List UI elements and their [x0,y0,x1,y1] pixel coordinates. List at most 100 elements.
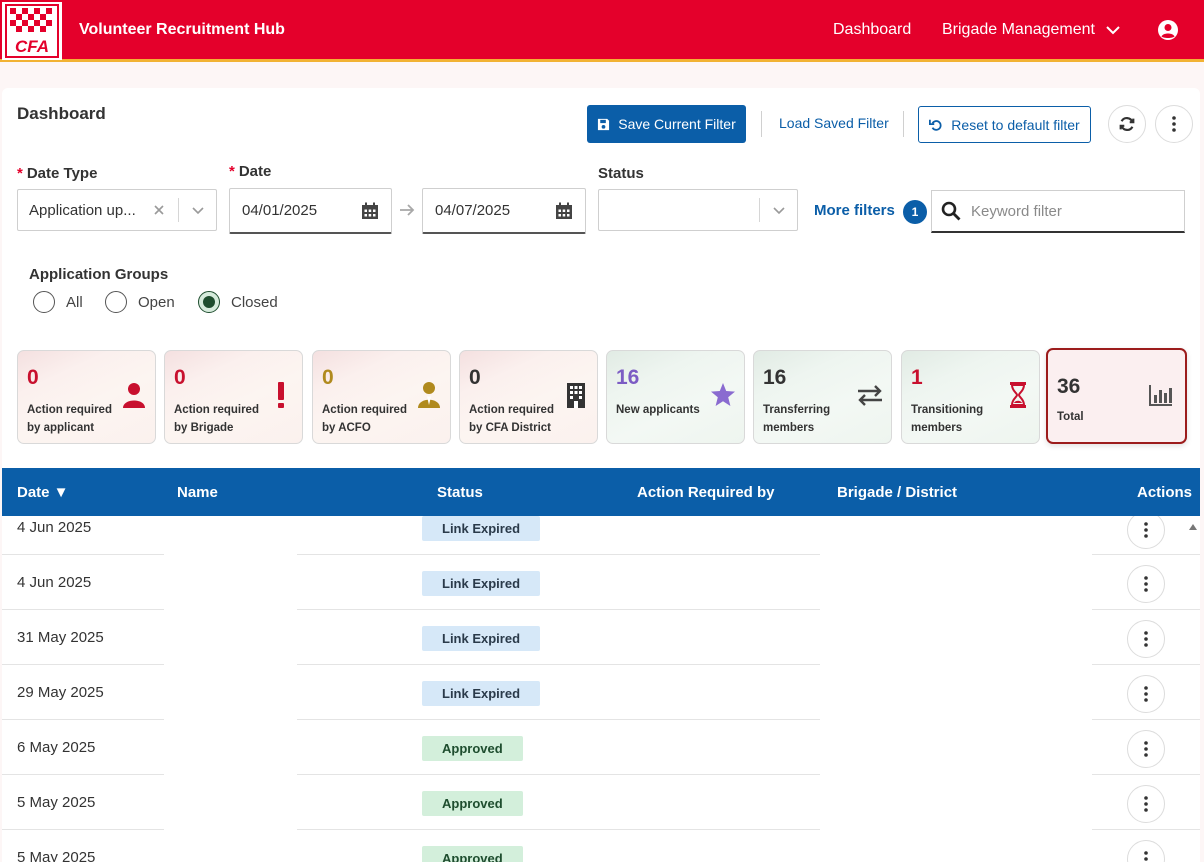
tile-action-applicant[interactable]: 0 Action required by applicant [17,350,156,444]
table-row[interactable]: 4 Jun 2025 Link Expired [2,516,1200,555]
row-actions-button[interactable] [1127,730,1165,768]
required-mark: * [17,165,23,182]
reset-default-filter-button[interactable]: Reset to default filter [918,106,1091,143]
star-icon [711,383,735,406]
col-status[interactable]: Status [437,484,483,501]
kebab-icon [1144,631,1148,647]
tile-transferring-members[interactable]: 16 Transferring members [753,350,892,444]
tile-action-brigade[interactable]: 0 Action required by Brigade [164,350,303,444]
date-from-value: 04/01/2025 [242,202,318,219]
date-type-label: * Date Type [17,165,97,182]
status-badge: Link Expired [422,681,541,706]
tile-value: 0 [174,366,186,389]
tile-label: Action required by applicant [27,404,112,434]
radio-circle [105,291,127,313]
logo-text: CFA [15,37,49,56]
date-to-value: 04/07/2025 [435,202,511,219]
chevron-down-icon[interactable] [191,203,205,217]
tile-action-district[interactable]: 0 Action required by CFA District [459,350,598,444]
keyword-filter-field[interactable] [931,190,1185,233]
radio-open[interactable]: Open [105,291,175,313]
clear-icon[interactable] [152,203,166,217]
col-action-required-by[interactable]: Action Required by [637,484,775,501]
date-to-field[interactable]: 04/07/2025 [422,188,586,234]
row-date: 29 May 2025 [17,684,104,701]
radio-closed[interactable]: Closed [198,291,278,313]
save-current-filter-label: Save Current Filter [618,116,736,132]
cfa-logo[interactable]: CFA [2,2,62,60]
calendar-icon[interactable] [361,202,379,220]
col-actions: Actions [1137,484,1193,501]
table-row[interactable]: 29 May 2025 Link Expired [2,665,1200,720]
table-row[interactable]: 5 May 2025 Approved [2,775,1200,830]
col-name[interactable]: Name [177,484,218,501]
radio-circle [33,291,55,313]
tile-label: Transferring members [763,404,831,434]
radio-all-label: All [66,293,83,311]
date-type-label-text: Date Type [26,165,98,182]
date-label: * Date [229,163,271,180]
tile-value: 0 [27,366,39,389]
tile-value: 1 [911,366,923,389]
radio-open-label: Open [138,293,175,311]
tile-transitioning-members[interactable]: 1 Transitioning members [901,350,1040,444]
row-actions-button[interactable] [1127,675,1165,713]
status-select[interactable] [598,189,798,231]
scroll-up-arrow-icon[interactable] [1188,522,1198,532]
tile-value: 36 [1057,375,1081,398]
row-actions-button[interactable] [1127,516,1165,549]
chevron-down-icon[interactable] [772,203,786,217]
arrow-right-icon [400,204,415,216]
row-actions-button[interactable] [1127,840,1165,862]
tile-action-acfo[interactable]: 0 Action required by ACFO [312,350,451,444]
toolbar-divider [903,111,904,137]
select-divider [759,198,760,222]
chevron-down-icon [1106,26,1120,35]
row-date: 4 Jun 2025 [17,574,92,591]
reset-default-filter-label: Reset to default filter [951,116,1080,133]
row-date: 6 May 2025 [17,739,96,756]
kebab-icon [1144,686,1148,702]
nav-brigade-management[interactable]: Brigade Management [942,21,1121,39]
date-type-value: Application up... [29,201,136,219]
status-badge: Link Expired [422,571,541,596]
radio-circle [198,291,220,313]
row-actions-button[interactable] [1127,620,1165,658]
kebab-icon [1144,851,1148,861]
kebab-icon [1144,522,1148,538]
row-date: 4 Jun 2025 [17,519,92,536]
calendar-icon[interactable] [555,202,573,220]
keyword-filter-input[interactable] [971,202,1171,220]
tile-new-applicants[interactable]: 16 New applicants [606,350,745,444]
col-date[interactable]: Date ▼ [17,484,69,501]
hourglass-icon [1010,382,1026,408]
table-row[interactable]: 31 May 2025 Link Expired [2,610,1200,665]
user-circle-icon[interactable] [1157,19,1179,41]
save-current-filter-button[interactable]: Save Current Filter [587,105,746,143]
table-row[interactable]: 6 May 2025 Approved [2,720,1200,775]
row-actions-button[interactable] [1127,785,1165,823]
tile-value: 16 [616,366,640,389]
more-filters-link[interactable]: More filters [814,202,895,219]
search-icon [941,201,961,221]
date-from-field[interactable]: 04/01/2025 [229,188,392,234]
tile-label: Action required by ACFO [322,404,407,434]
refresh-button[interactable] [1108,105,1146,143]
date-type-select[interactable]: Application up... [17,189,217,231]
undo-icon [929,119,942,131]
more-options-button[interactable] [1155,105,1193,143]
tile-value: 16 [763,366,787,389]
tile-total[interactable]: 36 Total [1046,348,1187,444]
application-groups-label: Application Groups [29,266,169,283]
app-title: Volunteer Recruitment Hub [79,21,285,38]
bar-chart-icon [1149,385,1172,406]
table-row[interactable]: 4 Jun 2025 Link Expired [2,555,1200,610]
col-brigade-district[interactable]: Brigade / District [837,484,957,501]
nav-dashboard[interactable]: Dashboard [833,21,911,39]
radio-all[interactable]: All [33,291,83,313]
status-badge: Approved [422,736,523,761]
table-row[interactable]: 5 May 2025 Approved [2,830,1200,862]
required-mark: * [229,163,235,180]
load-saved-filter-button[interactable]: Load Saved Filter [779,115,889,131]
row-actions-button[interactable] [1127,565,1165,603]
